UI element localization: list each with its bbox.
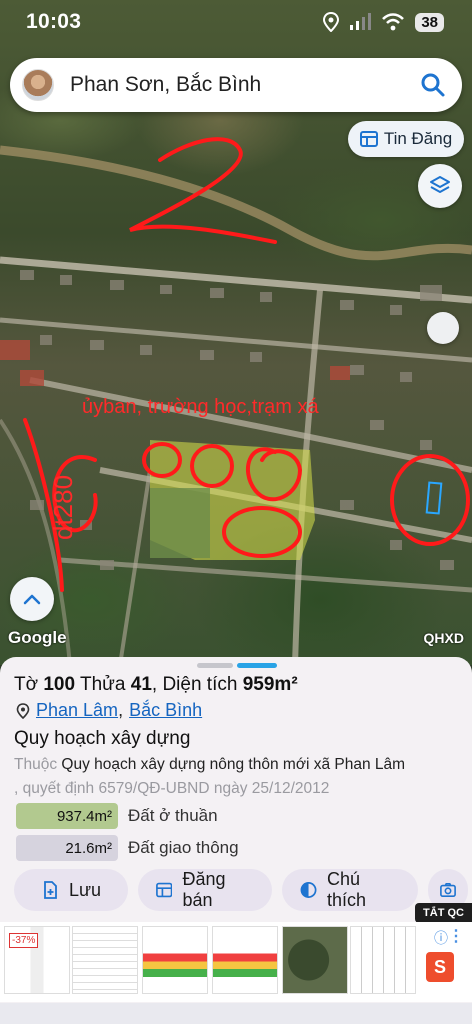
district-link[interactable]: Bắc Bình	[129, 700, 202, 721]
hide-ads-button[interactable]: TẮT QC	[415, 903, 472, 923]
save-icon	[44, 881, 57, 899]
location-icon	[323, 12, 340, 32]
ad-product-image[interactable]	[282, 926, 348, 994]
plan-desc-suffix: , quyết định 6579/QĐ-UBND ngày 25/12/201…	[14, 780, 330, 797]
land-use-area: 937.4m²	[16, 803, 118, 829]
search-bar[interactable]: Phan Sơn, Bắc Bình	[10, 58, 462, 112]
plan-desc-main: Quy hoạch xây dựng nông thôn mới xã Phan…	[61, 756, 406, 773]
ad-more-icon[interactable]: ⋮	[448, 926, 464, 946]
status-bar: 10:03 38	[0, 0, 472, 46]
expand-up-button[interactable]	[10, 577, 54, 621]
sheet-handle[interactable]	[197, 663, 277, 668]
search-icon[interactable]	[418, 70, 448, 100]
plan-title: Quy hoạch xây dựng	[14, 728, 191, 749]
google-logo: Google	[8, 628, 67, 647]
post-for-sale-button[interactable]: Đăng bán	[138, 869, 272, 911]
parcel-summary: Tờ 100 Thửa 41, Diện tích 959m²	[14, 674, 298, 695]
tin-dang-button[interactable]: Tin Đăng	[348, 121, 464, 157]
listing-icon	[156, 882, 173, 898]
map-annotation-road-label: dt280	[48, 475, 79, 540]
plan-description: Thuộc Quy hoạch xây dựng nông thôn mới x…	[14, 753, 454, 801]
save-label: Lưu	[68, 879, 102, 900]
battery-level: 38	[415, 12, 444, 32]
legend-button[interactable]: Chú thích	[282, 869, 418, 911]
ad-product-image[interactable]	[142, 926, 208, 994]
sheet-number: 100	[43, 674, 76, 695]
sheet-label: Tờ	[14, 674, 39, 695]
system-navigation-bar	[0, 1003, 472, 1024]
land-use-row: 21.6m² Đất giao thông	[16, 835, 239, 861]
road-label-text: dt280	[48, 474, 78, 540]
listing-icon	[359, 131, 378, 147]
avatar[interactable]	[22, 69, 54, 101]
ad-product-image[interactable]	[212, 926, 278, 994]
layers-button[interactable]	[418, 164, 462, 208]
ad-banner[interactable]: -37% ⓘ ⋮ S	[0, 922, 472, 1002]
layers-icon	[430, 176, 450, 193]
signal-icon	[350, 13, 372, 30]
area-label: Diện tích	[162, 674, 238, 695]
status-icons: 38	[323, 12, 444, 32]
ad-product-image[interactable]	[72, 926, 138, 994]
parcel-bottom-sheet: Tờ 100 Thửa 41, Diện tích 959m² Phan Lâm…	[0, 657, 472, 1024]
area-value: 959m²	[242, 674, 298, 695]
ad-product-image[interactable]	[350, 926, 416, 994]
legend-label: Chú thích	[327, 869, 367, 910]
pin-icon	[16, 702, 30, 719]
search-input[interactable]: Phan Sơn, Bắc Bình	[70, 73, 418, 97]
land-use-label: Đất giao thông	[128, 838, 239, 857]
post-for-sale-label: Đăng bán	[182, 869, 226, 910]
plan-desc-prefix: Thuộc	[14, 756, 58, 773]
parcel-location: Phan Lâm, Bắc Bình	[16, 700, 202, 721]
map-annotation-text: ủyban, trường học,trạm xá	[82, 396, 319, 418]
qhxd-label: QHXD	[423, 630, 464, 646]
shopee-icon[interactable]: S	[426, 952, 454, 982]
location-separator: ,	[118, 700, 124, 720]
parcel-label: Thửa	[80, 674, 126, 695]
ad-info-icon[interactable]: ⓘ	[434, 928, 448, 948]
land-use-area: 21.6m²	[16, 835, 118, 861]
chevron-up-icon	[23, 594, 41, 605]
discount-badge: -37%	[9, 933, 39, 948]
land-use-label: Đất ở thuần	[128, 806, 218, 825]
scroll-handle[interactable]	[427, 312, 459, 344]
save-button[interactable]: Lưu	[14, 869, 128, 911]
status-time: 10:03	[26, 10, 82, 33]
camera-icon	[440, 882, 456, 898]
land-use-row: 937.4m² Đất ở thuần	[16, 803, 218, 829]
commune-link[interactable]: Phan Lâm	[36, 700, 118, 721]
action-bar: Lưu Đăng bán Chú thích	[14, 869, 468, 911]
ad-product-image[interactable]: -37%	[4, 926, 70, 994]
parcel-number: 41	[130, 674, 152, 695]
half-circle-icon	[300, 882, 317, 898]
tin-dang-label: Tin Đăng	[383, 129, 453, 148]
satellite-map[interactable]: ủyban, trường học,trạm xá dt280 10:03 38…	[0, 0, 472, 665]
wifi-icon	[382, 13, 405, 31]
